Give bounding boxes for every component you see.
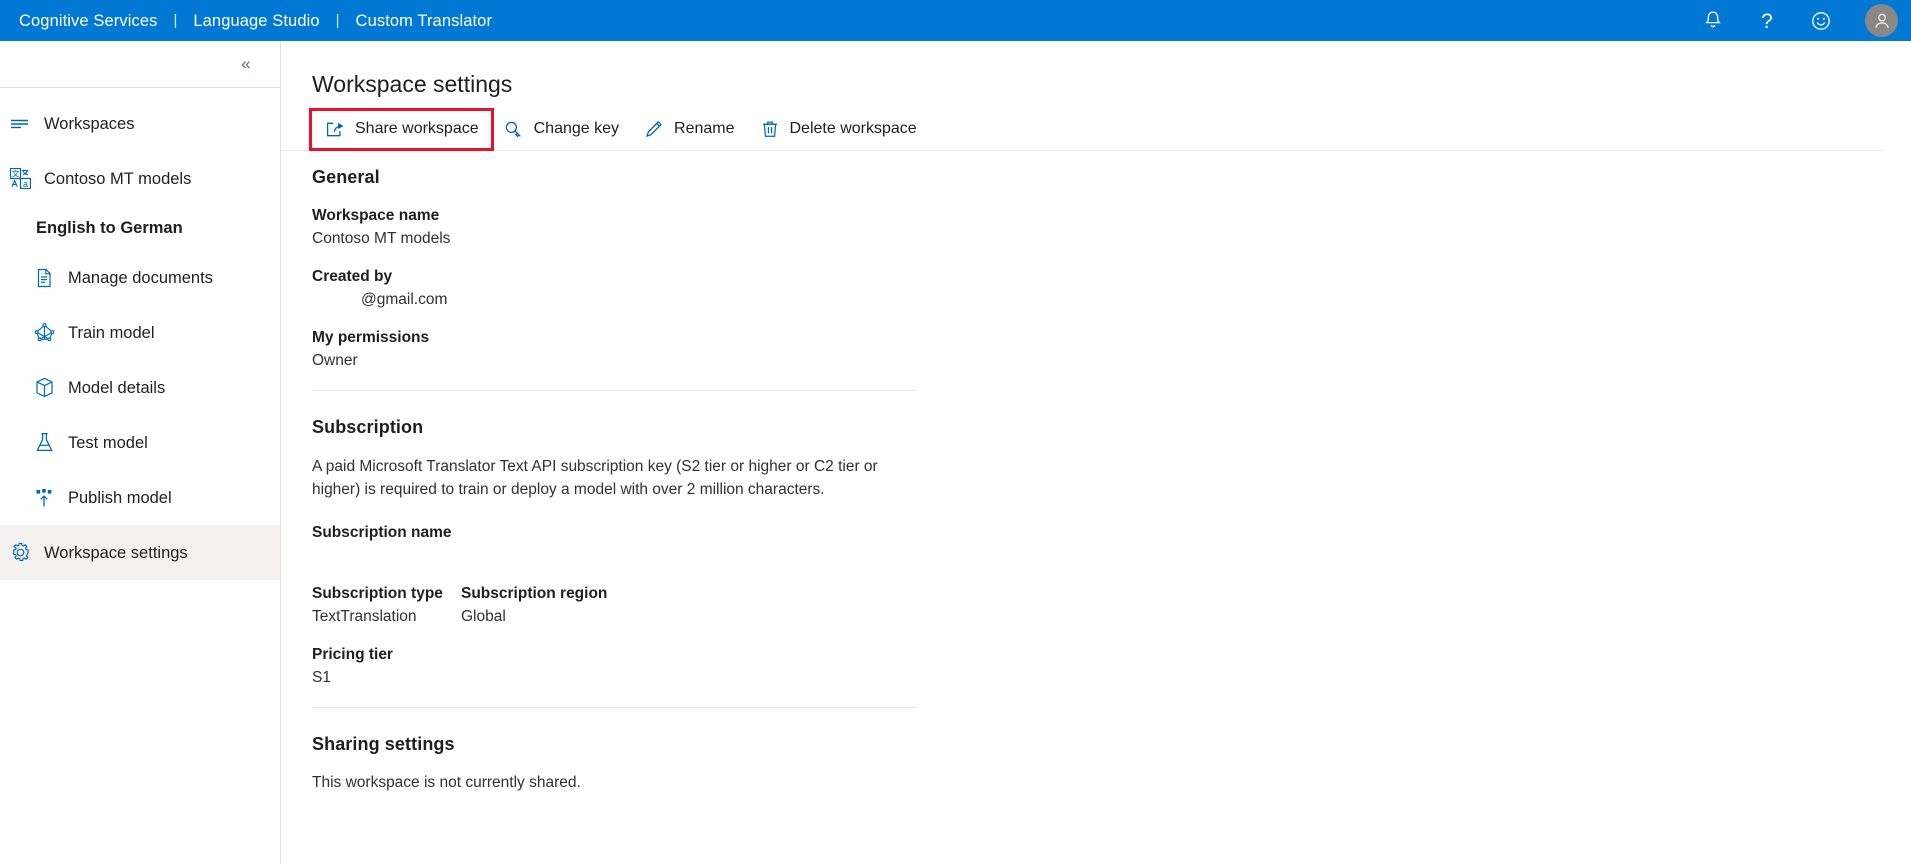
subscription-type-col: Subscription type TextTranslation <box>312 583 461 644</box>
language-studio-link[interactable]: Language Studio <box>193 11 319 31</box>
sidebar-item-label: Model details <box>68 378 166 397</box>
sidebar-item-test-model[interactable]: Test model <box>0 415 280 470</box>
top-nav-links: Cognitive Services | Language Studio | C… <box>0 11 492 31</box>
subscription-section-heading: Subscription <box>312 417 424 437</box>
document-icon <box>30 267 58 289</box>
workspace-name-label: Workspace name <box>312 207 440 224</box>
pricing-tier-label: Pricing tier <box>312 646 393 663</box>
share-workspace-button[interactable]: Share workspace <box>309 107 494 151</box>
pencil-icon <box>643 119 665 139</box>
key-icon <box>503 119 525 139</box>
pricing-tier-value: S1 <box>312 669 331 686</box>
sidebar-item-contoso-mt-models[interactable]: 文 a Contoso MT models <box>0 151 280 206</box>
subscription-region-value: Global <box>461 608 506 625</box>
my-permissions-value: Owner <box>312 352 358 369</box>
sidebar-item-label: Workspaces <box>44 114 135 133</box>
train-network-icon <box>30 322 58 344</box>
sidebar-item-label: Test model <box>68 433 148 452</box>
sidebar-item-workspace-settings[interactable]: Workspace settings <box>0 525 280 580</box>
cube-box-icon <box>30 377 58 399</box>
command-label: Rename <box>674 120 735 137</box>
left-sidebar: « Workspaces 文 a Contoso MT models Engli… <box>0 41 281 864</box>
sidebar-item-train-model[interactable]: Train model <box>0 305 280 360</box>
subscription-type-label: Subscription type <box>312 585 443 602</box>
general-section-heading: General <box>312 167 380 187</box>
publish-upload-icon <box>30 487 58 509</box>
workspace-name-value: Contoso MT models <box>312 230 451 247</box>
command-label: Share workspace <box>355 120 479 137</box>
sidebar-item-manage-documents[interactable]: Manage documents <box>0 250 280 305</box>
settings-content: General Workspace name Contoso MT models… <box>281 151 1911 793</box>
section-divider <box>312 390 916 391</box>
body-area: « Workspaces 文 a Contoso MT models Engli… <box>0 41 1911 864</box>
sharing-section-heading: Sharing settings <box>312 734 455 754</box>
app-page: Cognitive Services | Language Studio | C… <box>0 0 1911 864</box>
top-nav-actions: ? <box>1698 4 1911 37</box>
subscription-region-col: Subscription region Global <box>461 583 761 644</box>
subscription-description: A paid Microsoft Translator Text API sub… <box>312 458 878 498</box>
command-bar: Share workspace Change key Rename Delete… <box>281 107 1884 151</box>
feedback-smiley-icon[interactable] <box>1806 6 1836 36</box>
sidebar-item-publish-model[interactable]: Publish model <box>0 470 280 525</box>
change-key-button[interactable]: Change key <box>491 111 631 148</box>
sidebar-nav: Workspaces 文 a Contoso MT models English… <box>0 88 280 580</box>
svg-text:文: 文 <box>11 169 19 179</box>
flask-icon <box>30 432 58 454</box>
sidebar-item-label: Publish model <box>68 488 172 507</box>
sidebar-item-workspaces[interactable]: Workspaces <box>0 96 280 151</box>
cognitive-services-link[interactable]: Cognitive Services <box>19 11 157 31</box>
nav-separator: | <box>173 12 178 29</box>
trash-icon <box>759 119 781 139</box>
sidebar-item-model-details[interactable]: Model details <box>0 360 280 415</box>
svg-text:?: ? <box>1761 10 1773 32</box>
sidebar-item-label: Manage documents <box>68 268 213 287</box>
top-navigation-bar: Cognitive Services | Language Studio | C… <box>0 0 1911 41</box>
sidebar-header: « <box>0 41 280 88</box>
sharing-status-text: This workspace is not currently shared. <box>312 774 581 791</box>
sidebar-item-label: Train model <box>68 323 155 342</box>
subscription-region-label: Subscription region <box>461 585 608 602</box>
svg-text:a: a <box>22 179 27 189</box>
share-arrow-icon <box>324 119 346 139</box>
created-by-label: Created by <box>312 268 393 285</box>
nav-separator: | <box>335 12 340 29</box>
list-lines-icon <box>6 113 34 135</box>
command-label: Delete workspace <box>789 120 917 137</box>
subscription-name-label: Subscription name <box>312 524 452 541</box>
sidebar-item-english-to-german[interactable]: English to German <box>0 206 280 250</box>
section-divider <box>312 707 916 708</box>
custom-translator-link[interactable]: Custom Translator <box>356 11 493 31</box>
sidebar-item-label: English to German <box>36 219 183 237</box>
command-label: Change key <box>533 120 620 137</box>
created-by-value: @gmail.com <box>361 291 448 308</box>
my-permissions-label: My permissions <box>312 329 430 346</box>
notification-bell-icon[interactable] <box>1698 6 1728 36</box>
help-question-icon[interactable]: ? <box>1752 6 1782 36</box>
subscription-name-value <box>312 545 1911 566</box>
translate-icon: 文 a <box>6 168 34 190</box>
delete-workspace-button[interactable]: Delete workspace <box>747 111 929 148</box>
main-panel: Workspace settings Share workspace Chang… <box>281 41 1911 864</box>
subscription-type-region-row: Subscription type TextTranslation Subscr… <box>312 583 1911 644</box>
sidebar-item-label: Workspace settings <box>44 543 188 562</box>
collapse-sidebar-icon[interactable]: « <box>233 51 259 77</box>
sidebar-item-label: Contoso MT models <box>44 169 192 188</box>
gear-icon <box>6 542 34 564</box>
page-title: Workspace settings <box>312 71 513 97</box>
rename-button[interactable]: Rename <box>631 111 746 148</box>
user-avatar[interactable] <box>1865 4 1898 37</box>
subscription-type-value: TextTranslation <box>312 608 417 625</box>
